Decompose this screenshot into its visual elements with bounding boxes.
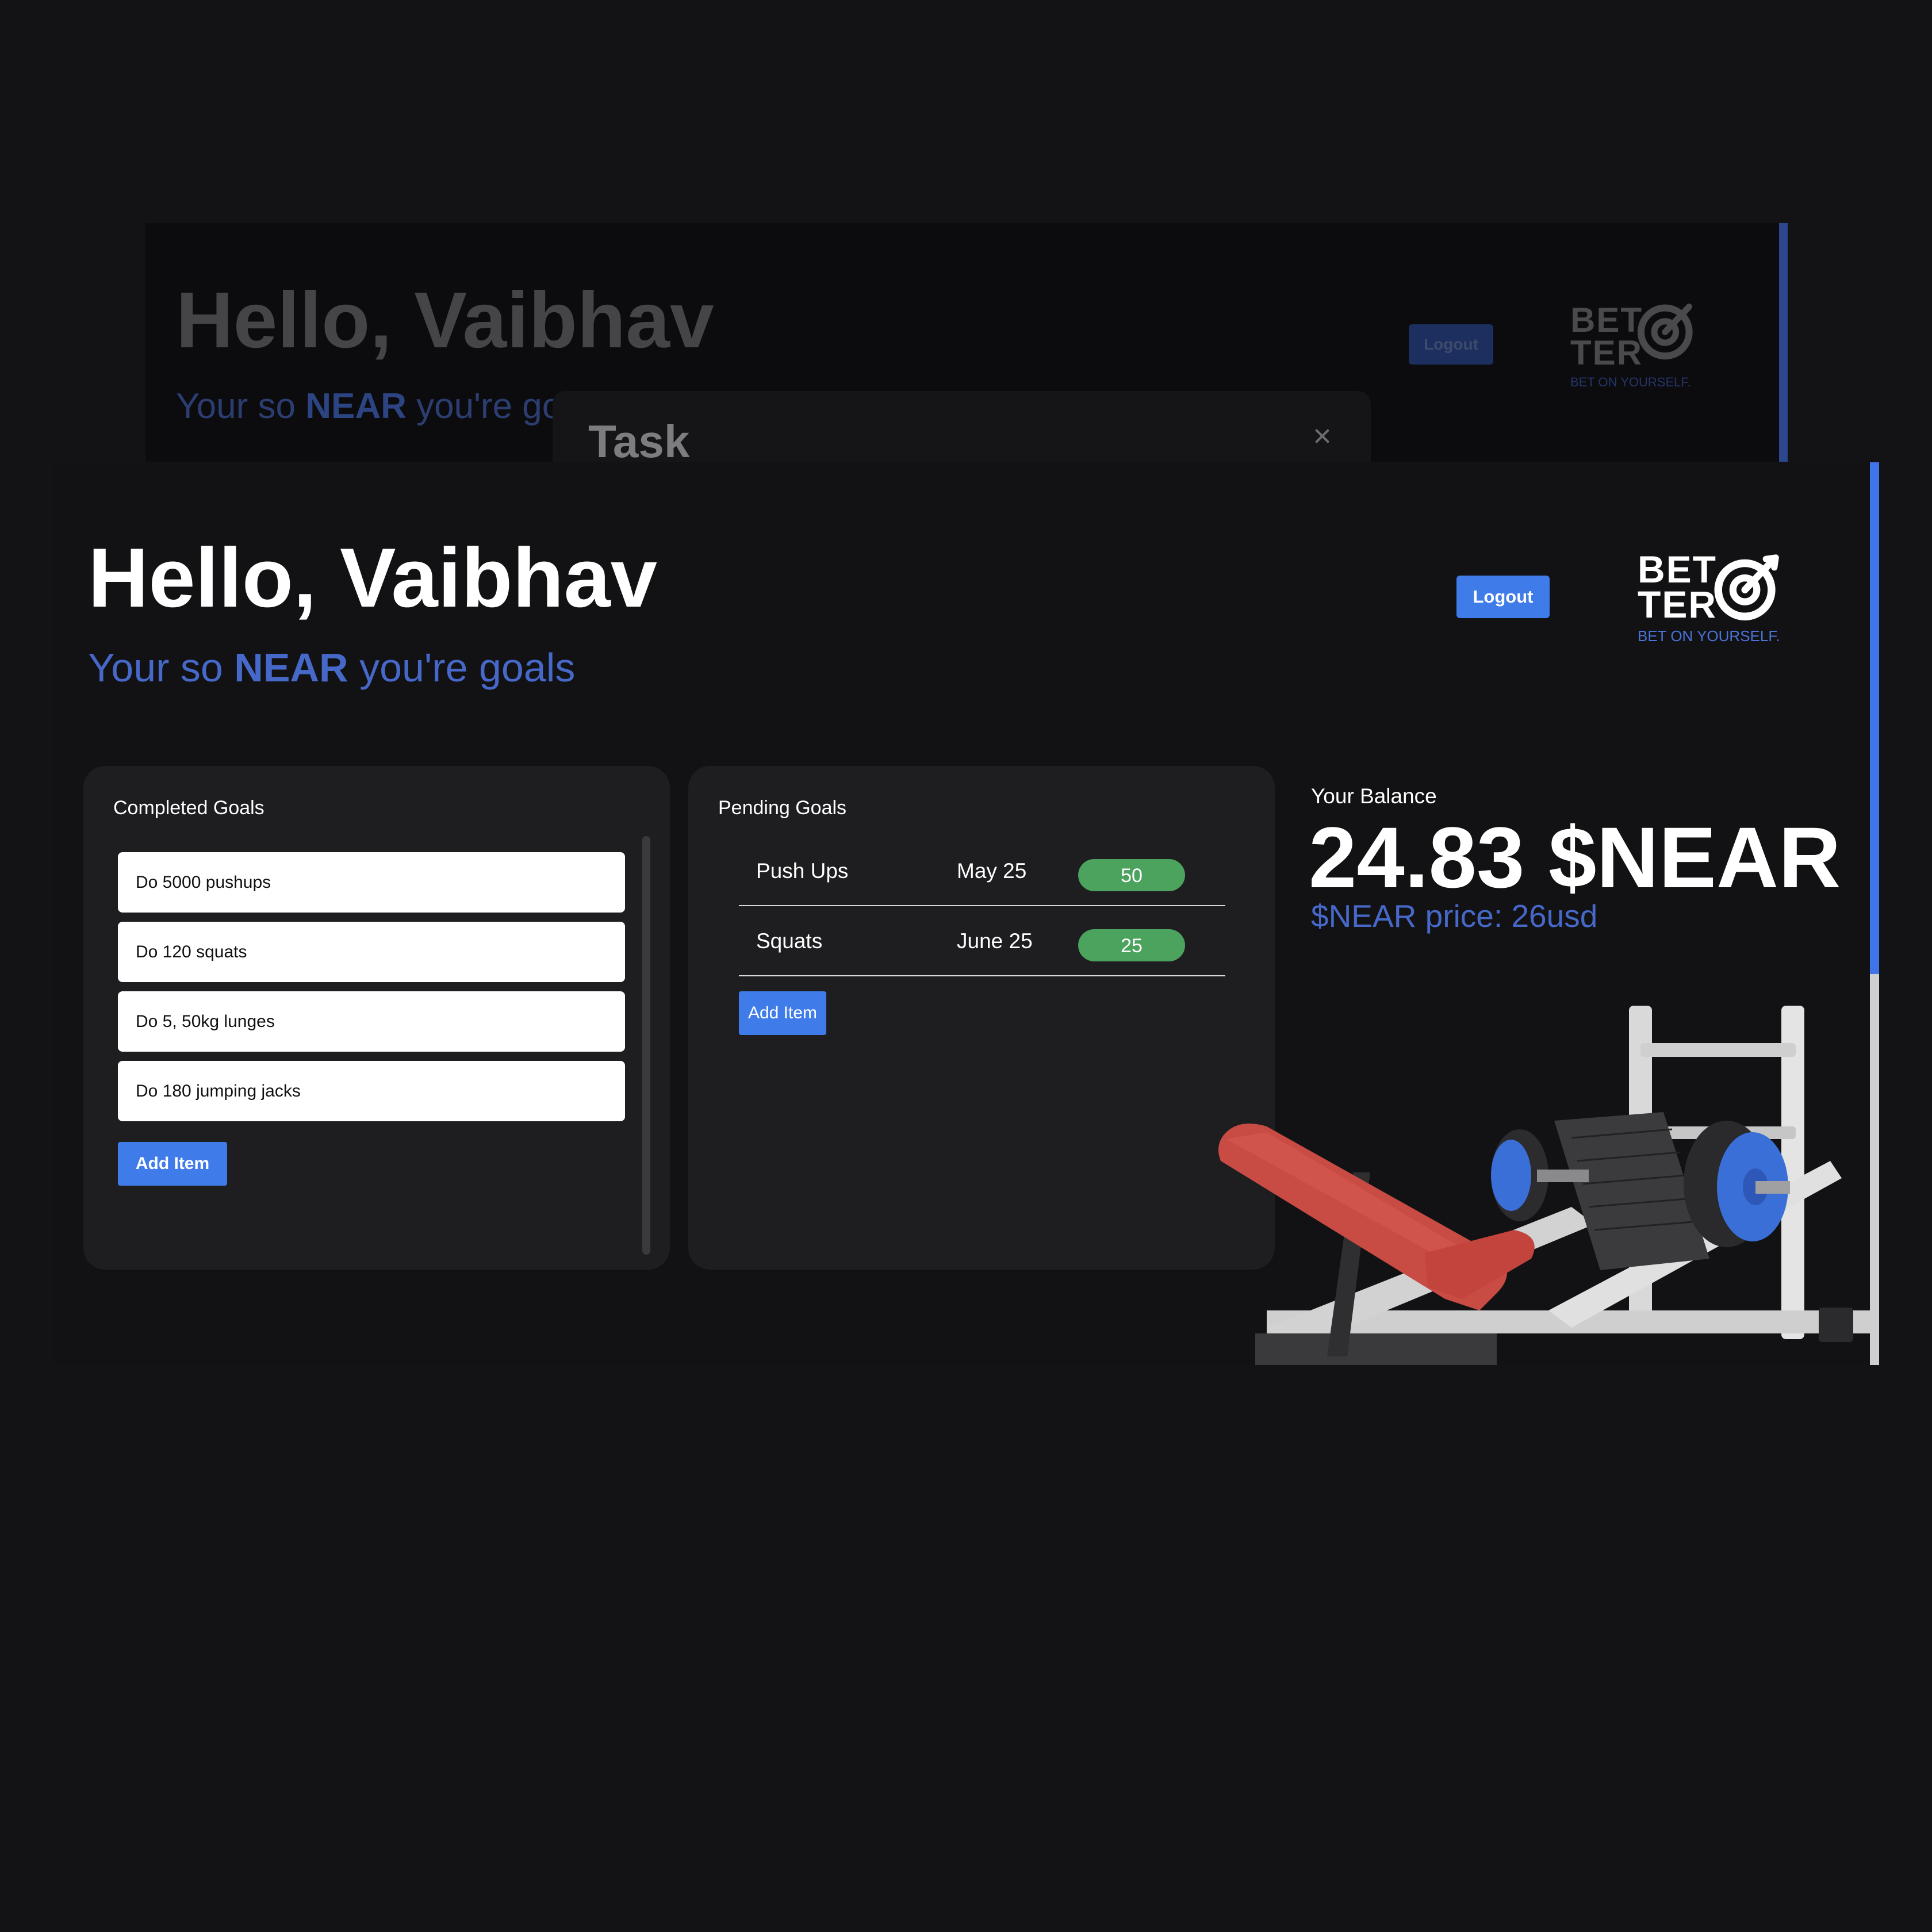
page-title: Hello, Vaibhav [88,531,657,624]
bg-greeting: Hello, Vaibhav [176,276,714,365]
main-window: Hello, Vaibhav Your so NEAR you're goals… [53,462,1879,1365]
completed-goals-title: Completed Goals [113,797,264,819]
bg-target-icon [1637,303,1693,360]
table-row[interactable]: Squats June 25 25 [739,906,1225,976]
goal-name: Push Ups [756,859,849,883]
leg-press-machine-illustration [1218,1006,1879,1365]
subtitle-prefix: Your so [88,645,235,690]
pending-goals-title: Pending Goals [718,797,847,819]
modal-title: Task [588,416,690,462]
balance-label: Your Balance [1311,784,1437,808]
balance-amount: 24.83 $NEAR [1309,809,1841,906]
bg-subtitle-bold: NEAR [305,386,407,426]
close-icon[interactable]: × [1313,420,1332,452]
bg-logo: BET TER BET ON YOURSELF. [1570,303,1693,390]
add-pending-item-button[interactable]: Add Item [739,991,826,1035]
subtitle-suffix: you're goals [348,645,576,690]
bg-logout-button[interactable]: Logout [1409,324,1493,365]
bg-scrollbar [1779,223,1788,462]
bg-subtitle-suffix: you're go [406,386,562,426]
list-item[interactable]: Do 5, 50kg lunges [118,991,625,1052]
near-price: $NEAR price: 26usd [1311,898,1598,934]
completed-goals-scrollbar[interactable] [642,836,650,1255]
page-subtitle: Your so NEAR you're goals [88,647,575,688]
bg-subtitle-prefix: Your so [176,386,306,426]
amount-badge: 50 [1078,859,1185,891]
better-logo: BET TER BET ON YOURSELF. [1638,550,1787,650]
goal-date: May 25 [957,859,1027,883]
pending-goals-card: Pending Goals Push Ups May 25 50 Squats … [688,766,1275,1270]
amount-badge: 25 [1078,929,1185,961]
subtitle-bold: NEAR [234,645,348,690]
logo-tagline: BET ON YOURSELF. [1638,627,1780,645]
list-item[interactable]: Do 120 squats [118,922,625,982]
table-row[interactable]: Push Ups May 25 50 [739,836,1225,906]
add-completed-item-button[interactable]: Add Item [118,1142,227,1186]
goal-name: Squats [756,929,823,953]
list-item[interactable]: Do 5000 pushups [118,852,625,913]
target-icon [1714,554,1779,620]
list-item[interactable]: Do 180 jumping jacks [118,1061,625,1121]
goal-date: June 25 [957,929,1033,953]
completed-goals-card: Completed Goals Do 5000 pushups Do 120 s… [83,766,670,1270]
task-modal: Task × [553,391,1371,462]
bg-logo-tagline: BET ON YOURSELF. [1570,375,1691,389]
bg-subtitle: Your so NEAR you're go [176,389,562,424]
logout-button[interactable]: Logout [1456,576,1550,618]
main-scrollbar-thumb[interactable] [1870,462,1879,974]
pending-goals-table: Push Ups May 25 50 Squats June 25 25 [739,836,1225,976]
completed-goals-list: Do 5000 pushups Do 120 squats Do 5, 50kg… [118,852,625,1130]
